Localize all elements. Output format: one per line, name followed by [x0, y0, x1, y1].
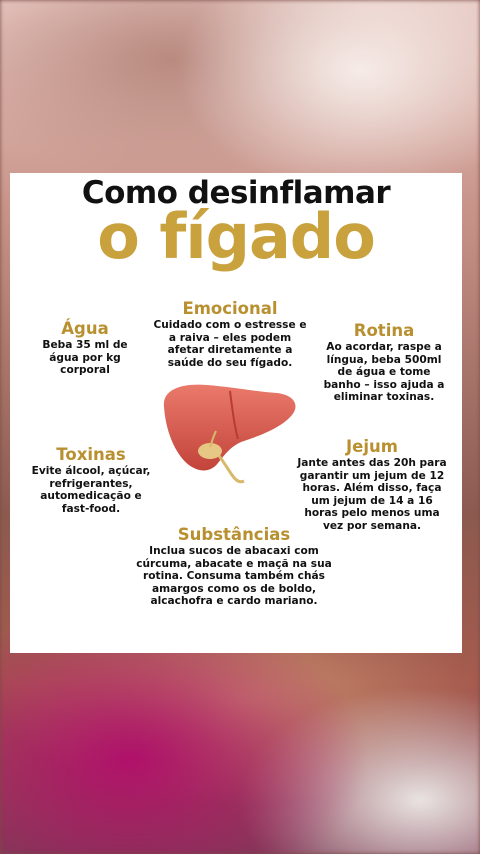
liver-illustration [163, 384, 296, 484]
section-agua: Água Beba 35 ml de água por kg corporal [22, 319, 148, 377]
infographic-card: Como desinflamar o fígado Água Beba 35 m… [10, 173, 462, 653]
section-jejum-text: Jante antes das 20h para garantir um jej… [297, 457, 447, 532]
section-agua-heading: Água [61, 319, 109, 338]
section-toxinas-heading: Toxinas [56, 445, 126, 464]
section-emocional-text: Cuidado com o estresse e a raiva – eles … [153, 319, 307, 369]
section-substancias-text: Inclua sucos de abacaxi com cúrcuma, aba… [136, 545, 332, 608]
section-agua-text: Beba 35 ml de água por kg corporal [42, 339, 128, 377]
section-substancias: Substâncias Inclua sucos de abacaxi com … [136, 525, 332, 608]
section-substancias-heading: Substâncias [177, 525, 291, 544]
section-jejum-heading: Jejum [346, 437, 398, 456]
section-emocional-heading: Emocional [182, 299, 278, 318]
section-rotina-heading: Rotina [353, 321, 415, 340]
section-emocional: Emocional Cuidado com o estresse e a rai… [150, 299, 310, 369]
section-rotina: Rotina Ao acordar, raspe a língua, beba … [320, 321, 448, 404]
section-toxinas-text: Evite álcool, açúcar, refrigerantes, aut… [31, 465, 151, 515]
section-jejum: Jejum Jante antes das 20h para garantir … [296, 437, 448, 533]
section-toxinas: Toxinas Evite álcool, açúcar, refrigeran… [20, 445, 162, 515]
section-rotina-text: Ao acordar, raspe a língua, beba 500ml d… [323, 341, 445, 404]
title-line-2: o fígado [97, 200, 376, 273]
